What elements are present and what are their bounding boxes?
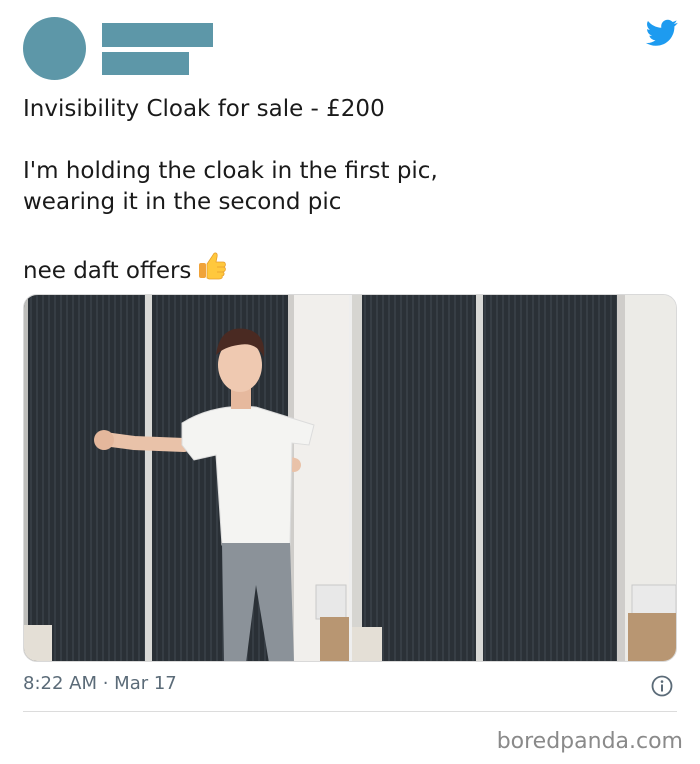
- tweet-line-offers: nee daft offers: [23, 249, 663, 287]
- tweet-timestamp[interactable]: 8:22 AM · Mar 17: [23, 673, 177, 694]
- author-avatar-redacted[interactable]: [23, 17, 86, 80]
- photo-holding-cloak[interactable]: [24, 295, 349, 661]
- timestamp-separator: ·: [97, 673, 115, 694]
- photo-wearing-cloak[interactable]: [352, 295, 676, 661]
- footer-divider: [23, 711, 677, 712]
- photo-holding-cloak-image: [24, 295, 349, 661]
- author-handle-redacted[interactable]: [102, 52, 189, 75]
- tweet-offers-text: nee daft offers: [23, 258, 192, 284]
- thumbs-up-icon: [199, 252, 227, 280]
- source-watermark: boredpanda.com: [496, 729, 683, 754]
- author-name-redacted[interactable]: [102, 23, 213, 47]
- photo-wearing-cloak-image: [352, 295, 676, 661]
- tweet-text: Invisibility Cloak for sale - £200 I'm h…: [23, 94, 663, 287]
- tweet-date: Mar 17: [114, 673, 177, 694]
- tweet-line-holding: I'm holding the cloak in the first pic,: [23, 158, 438, 184]
- info-icon[interactable]: [651, 675, 673, 697]
- tweet-time: 8:22 AM: [23, 673, 97, 694]
- tweet-line-wearing: wearing it in the second pic: [23, 189, 342, 215]
- twitter-bird-icon: [646, 19, 678, 46]
- tweet-media: [23, 294, 677, 662]
- tweet-line-title: Invisibility Cloak for sale - £200: [23, 96, 385, 122]
